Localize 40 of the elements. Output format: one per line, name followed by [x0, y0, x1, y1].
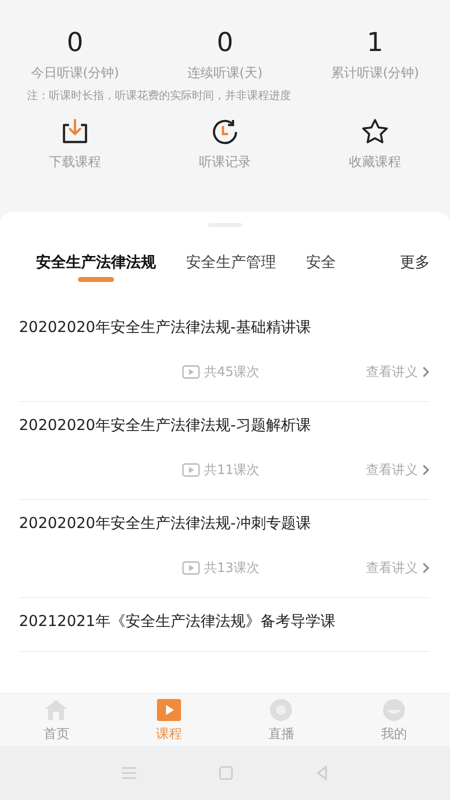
tab-bar-item[interactable]: 首页 — [0, 694, 112, 746]
category-tab[interactable]: 安全 — [306, 253, 336, 272]
house-icon — [43, 698, 70, 722]
lesson-count: 共11课次 — [204, 462, 260, 479]
shortcut-label[interactable]: 下载课程 — [49, 153, 101, 171]
category-tab[interactable]: 安全生产法律法规 — [36, 253, 156, 272]
stat-label: 连续听课(天) — [187, 65, 263, 82]
lesson-count: 共45课次 — [204, 364, 260, 381]
video-icon — [182, 463, 200, 477]
handout-link[interactable]: 查看讲义 — [366, 461, 418, 479]
shortcut-label[interactable]: 收藏课程 — [349, 153, 401, 171]
category-tab[interactable]: 安全生产管理 — [186, 253, 276, 272]
handout-link[interactable]: 查看讲义 — [366, 559, 418, 577]
stat-value: 1 — [366, 28, 384, 58]
chevron-right-icon[interactable] — [422, 366, 430, 378]
tab-bar-item[interactable]: 课程 — [112, 694, 225, 746]
course-title[interactable]: 20202020年安全生产法律法规-习题解析课 — [19, 416, 430, 435]
clock-icon[interactable] — [210, 117, 240, 147]
video-icon — [182, 561, 200, 575]
tab-bar-item[interactable]: 我的 — [338, 694, 450, 746]
live-icon — [268, 698, 294, 722]
more-link[interactable]: 更多 — [400, 253, 430, 272]
play-icon — [156, 698, 182, 722]
course-title[interactable]: 20202020年安全生产法律法规-冲刺专题课 — [19, 514, 430, 533]
chevron-right-icon[interactable] — [422, 464, 430, 476]
course-title[interactable]: 20212021年《安全生产法律法规》备考导学课 — [19, 612, 430, 631]
handout-link[interactable]: 查看讲义 — [366, 363, 418, 381]
course-title[interactable]: 20202020年安全生产法律法规-基础精讲课 — [19, 318, 430, 337]
tab-indicator — [78, 277, 114, 282]
note-text: 注：听课时长指，听课花费的实际时间，并非课程进度 — [26, 88, 292, 103]
stat-label: 今日听课(分钟) — [30, 65, 120, 82]
stat-value: 0 — [216, 28, 234, 58]
chevron-right-icon[interactable] — [422, 562, 430, 574]
stat-value: 0 — [66, 28, 84, 58]
shortcut-label[interactable]: 听课记录 — [199, 153, 251, 171]
video-icon — [182, 365, 200, 379]
stat-label: 累计听课(分钟) — [330, 65, 420, 82]
profile-icon — [380, 698, 407, 722]
tab-bar-item[interactable]: 直播 — [225, 694, 338, 746]
lesson-count: 共13课次 — [204, 560, 260, 577]
